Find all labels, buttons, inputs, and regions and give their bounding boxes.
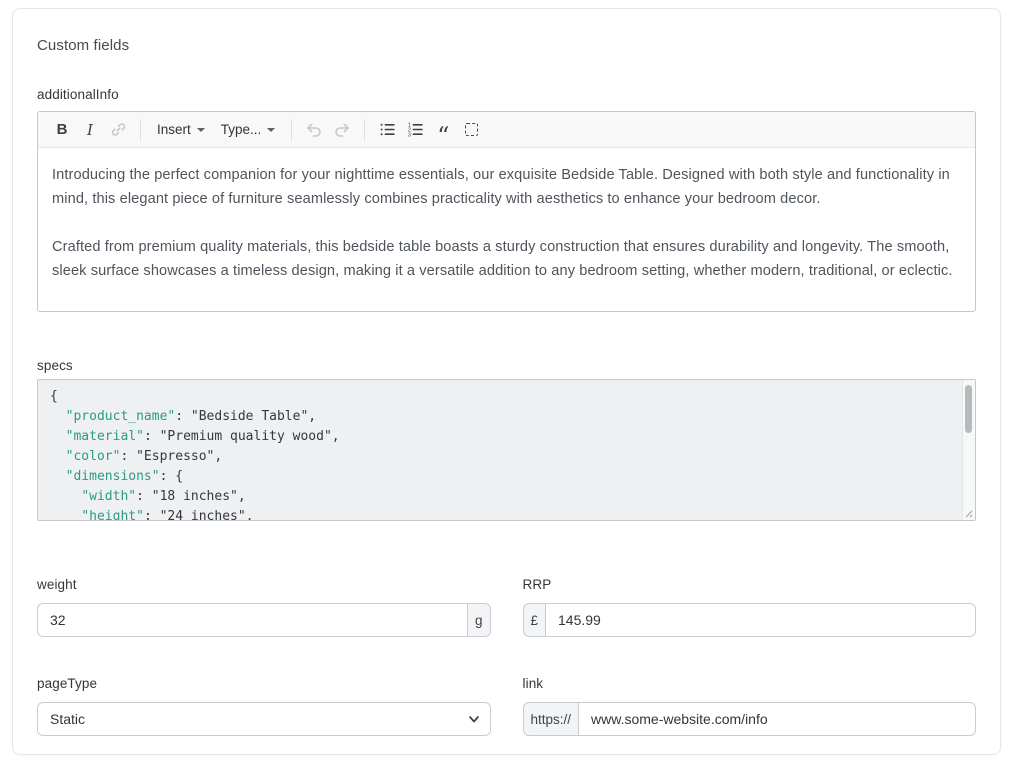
weight-unit-addon: g — [467, 603, 491, 637]
rrp-field: RRP £ — [523, 577, 977, 637]
bold-button[interactable]: B — [48, 116, 76, 144]
type-dropdown-label: Type... — [221, 122, 262, 137]
page-type-label: pageType — [37, 676, 491, 691]
italic-button[interactable]: I — [76, 116, 104, 144]
page-type-select[interactable]: Static — [37, 702, 491, 736]
redo-icon — [333, 121, 351, 139]
toolbar-divider — [364, 119, 365, 141]
toolbar-divider — [140, 119, 141, 141]
link-field: link https:// — [523, 676, 977, 736]
code-line: "material": "Premium quality wood", — [50, 427, 963, 447]
rrp-input-group: £ — [523, 603, 977, 637]
type-dropdown-button[interactable]: Type... — [213, 116, 284, 144]
numbered-list-icon: 1 2 3 — [407, 121, 424, 138]
code-line: "color": "Espresso", — [50, 447, 963, 467]
redo-button[interactable] — [328, 116, 356, 144]
rrp-label: RRP — [523, 577, 977, 592]
svg-text:3: 3 — [408, 133, 411, 138]
code-line: "dimensions": { — [50, 467, 963, 487]
blockquote-icon: “ — [437, 131, 449, 141]
rrp-currency-addon: £ — [523, 603, 546, 637]
undo-icon — [305, 121, 323, 139]
code-line: "height": "24 inches", — [50, 507, 963, 521]
code-block-icon — [465, 123, 478, 136]
weight-field: weight g — [37, 577, 491, 637]
specs-code-editor[interactable]: { "product_name": "Bedside Table", "mate… — [37, 379, 976, 521]
card-title: Custom fields — [37, 37, 976, 54]
link-label: link — [523, 676, 977, 691]
page-type-field: pageType Static — [37, 676, 491, 736]
bullet-list-button[interactable] — [373, 116, 401, 144]
rte-content-area[interactable]: Introducing the perfect companion for yo… — [38, 148, 975, 311]
code-block-button[interactable] — [457, 116, 485, 144]
custom-fields-card: Custom fields additionalInfo B I Insert — [12, 8, 1001, 755]
insert-dropdown-label: Insert — [157, 122, 191, 137]
specs-scrollbar-thumb[interactable] — [965, 385, 972, 433]
additional-info-label: additionalInfo — [37, 87, 976, 102]
specs-scrollbar[interactable] — [962, 380, 975, 520]
rte-paragraph: Crafted from premium quality materials, … — [52, 235, 961, 283]
rrp-input[interactable] — [545, 603, 976, 637]
bullet-list-icon — [379, 121, 396, 138]
blockquote-button[interactable]: “ — [429, 116, 457, 144]
fields-grid: weight g RRP £ pageType Static — [37, 577, 976, 736]
specs-label: specs — [37, 358, 976, 373]
code-line: "product_name": "Bedside Table", — [50, 407, 963, 427]
resize-handle-icon[interactable] — [962, 507, 974, 519]
rte-toolbar: B I Insert Type... — [38, 112, 975, 148]
link-input[interactable] — [578, 702, 976, 736]
rte-paragraph: Introducing the perfect companion for yo… — [52, 163, 961, 211]
rich-text-editor: B I Insert Type... — [37, 111, 976, 312]
link-input-group: https:// — [523, 702, 977, 736]
weight-input[interactable] — [37, 603, 467, 637]
page-type-select-wrap: Static — [37, 702, 491, 736]
weight-input-group: g — [37, 603, 491, 637]
weight-label: weight — [37, 577, 491, 592]
chevron-down-icon — [197, 128, 205, 132]
link-protocol-addon: https:// — [523, 702, 579, 736]
chevron-down-icon — [267, 128, 275, 132]
insert-dropdown-button[interactable]: Insert — [149, 116, 213, 144]
toolbar-divider — [291, 119, 292, 141]
code-line: { — [50, 387, 963, 407]
link-icon — [110, 121, 127, 138]
link-button[interactable] — [104, 116, 132, 144]
numbered-list-button[interactable]: 1 2 3 — [401, 116, 429, 144]
undo-button[interactable] — [300, 116, 328, 144]
code-line: "width": "18 inches", — [50, 487, 963, 507]
specs-code: { "product_name": "Bedside Table", "mate… — [38, 380, 975, 521]
